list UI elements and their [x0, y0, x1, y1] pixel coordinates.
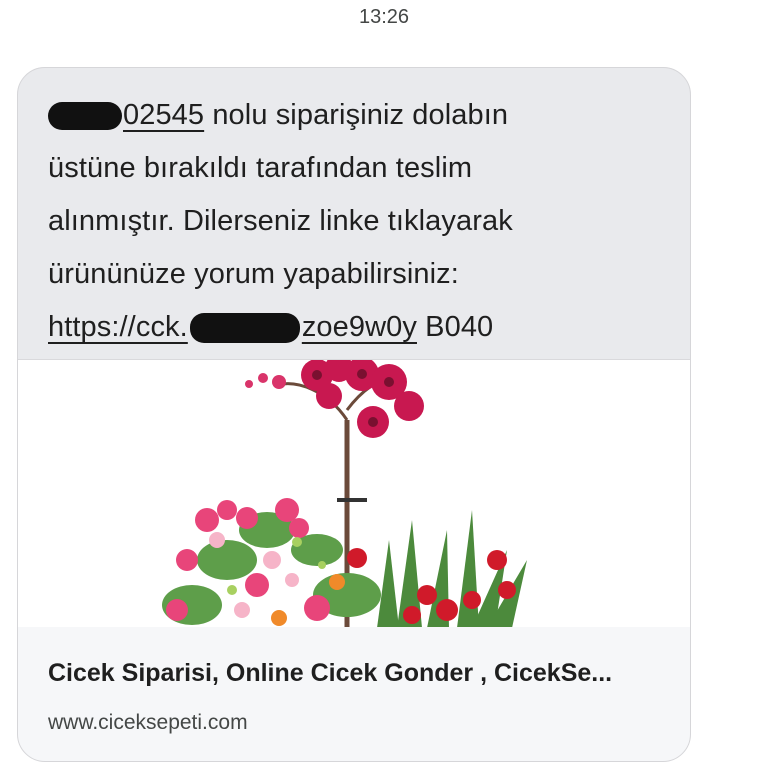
link-preview-card[interactable]: Cicek Siparisi, Online Cicek Gonder , Ci… — [17, 627, 691, 762]
message-line-1-text: nolu siparişiniz dolabın — [204, 99, 509, 131]
link-preview-url: www.ciceksepeti.com — [48, 711, 248, 734]
url-end: zoe9w0y — [301, 311, 417, 343]
message-text: 02545 nolu siparişiniz dolabın üstüne bı… — [48, 89, 668, 354]
message-body: 02545 nolu siparişiniz dolabın üstüne bı… — [17, 67, 691, 359]
message-bubble[interactable]: 02545 nolu siparişiniz dolabın üstüne bı… — [17, 67, 691, 762]
flower-arrangement-image — [162, 354, 527, 628]
message-line-4: ürününüze yorum yapabilirsiniz: — [48, 258, 459, 290]
order-number-visible: 02545 — [123, 99, 205, 131]
message-line-2: üstüne bırakıldı tarafından teslim — [48, 152, 473, 184]
redaction-mark — [48, 102, 122, 131]
message-line-1: 02545 nolu siparişiniz dolabın — [48, 89, 668, 142]
link-preview-image[interactable] — [17, 354, 691, 628]
message-code: B040 — [416, 311, 494, 343]
message-url-link[interactable]: https://cck. zoe9w0y — [48, 311, 417, 344]
redaction-mark — [189, 313, 300, 344]
message-line-3: alınmıştır. Dilerseniz linke tıklayarak — [48, 205, 513, 237]
message-line-5: https://cck. zoe9w0y B040 — [48, 301, 668, 354]
message-timestamp: 13:26 — [358, 6, 410, 28]
link-preview-title: Cicek Siparisi, Online Cicek Gonder , Ci… — [48, 659, 613, 687]
url-start: https://cck. — [48, 311, 188, 343]
order-number-link[interactable]: 02545 — [48, 99, 204, 131]
